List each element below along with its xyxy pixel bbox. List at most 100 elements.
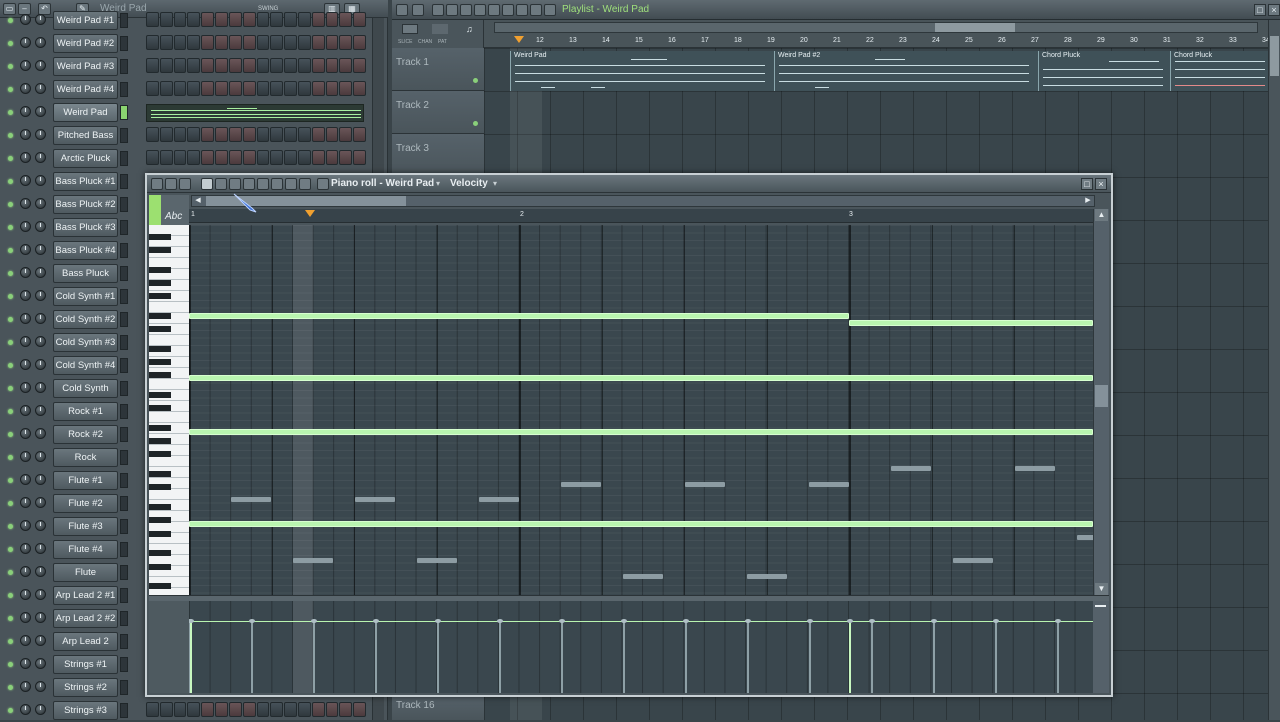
playback-tool-icon[interactable] xyxy=(544,4,556,16)
step-button[interactable] xyxy=(173,35,187,50)
step-button[interactable] xyxy=(339,81,353,96)
black-key[interactable] xyxy=(149,246,171,253)
draw-pencil-icon[interactable] xyxy=(201,178,213,190)
step-button[interactable] xyxy=(228,12,242,27)
channel-name-button[interactable]: Weird Pad #1 xyxy=(53,11,118,30)
volume-knob[interactable] xyxy=(35,704,46,715)
abc-label[interactable]: Abc xyxy=(165,211,182,222)
channel-name-button[interactable]: Cold Synth #1 xyxy=(53,287,118,306)
step-button[interactable] xyxy=(284,58,297,73)
step-button[interactable] xyxy=(173,58,187,73)
channel-row[interactable]: Strings #3 xyxy=(0,699,388,722)
piano-roll-vscrollbar[interactable]: ▲ ▼ xyxy=(1093,209,1109,595)
channel-led-icon[interactable] xyxy=(8,156,13,161)
playlist-menu-icon[interactable] xyxy=(396,4,408,16)
volume-knob[interactable] xyxy=(35,428,46,439)
channel-name-button[interactable]: Weird Pad #3 xyxy=(53,57,118,76)
step-button[interactable] xyxy=(284,81,297,96)
step-button[interactable] xyxy=(284,702,297,717)
pan-knob[interactable] xyxy=(20,589,31,600)
mute-tool-icon[interactable] xyxy=(243,178,255,190)
channel-select-indicator[interactable] xyxy=(120,634,128,649)
volume-knob[interactable] xyxy=(35,635,46,646)
volume-knob[interactable] xyxy=(35,83,46,94)
step-button[interactable] xyxy=(159,127,173,142)
playlist-close-button[interactable]: × xyxy=(1268,4,1280,16)
channel-name-button[interactable]: Flute #1 xyxy=(53,471,118,490)
channel-led-icon[interactable] xyxy=(8,386,13,391)
step-button[interactable] xyxy=(270,702,284,717)
step-button[interactable] xyxy=(353,150,366,165)
playlist-vscroll-thumb[interactable] xyxy=(1270,36,1279,76)
pan-knob[interactable] xyxy=(20,566,31,577)
pan-knob[interactable] xyxy=(20,543,31,554)
step-button[interactable] xyxy=(187,35,201,50)
volume-knob[interactable] xyxy=(35,612,46,623)
step-button[interactable] xyxy=(311,12,325,27)
channel-select-indicator[interactable] xyxy=(120,611,128,626)
step-button[interactable] xyxy=(325,127,339,142)
velocity-bar-selected[interactable] xyxy=(189,619,194,693)
step-button[interactable] xyxy=(242,81,256,96)
channel-led-icon[interactable] xyxy=(8,409,13,414)
step-button[interactable] xyxy=(215,81,228,96)
pattern-clip[interactable]: Weird Pad xyxy=(510,51,774,91)
channel-name-button[interactable]: Weird Pad #4 xyxy=(53,80,118,99)
step-button[interactable] xyxy=(297,150,311,165)
velocity-bar[interactable] xyxy=(1055,619,1061,693)
piano-roll-ruler[interactable]: 1 2 3 xyxy=(189,209,1093,223)
pan-knob[interactable] xyxy=(20,382,31,393)
velocity-bar[interactable] xyxy=(869,619,875,693)
scroll-right-arrow-icon[interactable]: ▶ xyxy=(1082,196,1094,206)
channel-select-indicator[interactable] xyxy=(120,220,128,235)
step-button[interactable] xyxy=(201,58,215,73)
step-button[interactable] xyxy=(256,12,270,27)
channel-led-icon[interactable] xyxy=(8,524,13,529)
step-button[interactable] xyxy=(215,150,228,165)
channel-name-button[interactable]: Arp Lead 2 xyxy=(53,632,118,651)
volume-knob[interactable] xyxy=(35,37,46,48)
volume-knob[interactable] xyxy=(35,267,46,278)
volume-knob[interactable] xyxy=(35,566,46,577)
channel-name-button[interactable]: Pitched Bass xyxy=(53,126,118,145)
channel-led-icon[interactable] xyxy=(8,478,13,483)
note[interactable] xyxy=(189,521,1093,527)
black-key[interactable] xyxy=(149,312,171,319)
channel-select-indicator[interactable] xyxy=(120,358,128,373)
step-button[interactable] xyxy=(297,127,311,142)
velocity-bar[interactable] xyxy=(993,619,999,693)
paint-brush-icon[interactable] xyxy=(215,178,227,190)
step-button[interactable] xyxy=(228,702,242,717)
volume-knob[interactable] xyxy=(35,520,46,531)
channel-name-button[interactable]: Arp Lead 2 #1 xyxy=(53,586,118,605)
channel-led-icon[interactable] xyxy=(8,662,13,667)
black-key[interactable] xyxy=(149,471,171,478)
channel-row[interactable]: Weird Pad #4 xyxy=(0,78,388,101)
step-button[interactable] xyxy=(325,81,339,96)
pattern-clip[interactable]: Weird Pad #2 xyxy=(774,51,1038,91)
pan-knob[interactable] xyxy=(20,474,31,485)
step-button[interactable] xyxy=(242,150,256,165)
channel-select-indicator[interactable] xyxy=(120,450,128,465)
channel-row[interactable]: Arctic Pluck xyxy=(0,147,388,170)
channel-select-indicator[interactable] xyxy=(120,703,128,718)
step-button[interactable] xyxy=(159,150,173,165)
step-button[interactable] xyxy=(270,150,284,165)
channel-select-indicator[interactable] xyxy=(120,36,128,51)
step-button[interactable] xyxy=(270,58,284,73)
step-button[interactable] xyxy=(339,35,353,50)
channel-select-indicator[interactable] xyxy=(120,82,128,97)
volume-knob[interactable] xyxy=(35,198,46,209)
step-button[interactable] xyxy=(146,702,159,717)
channel-row[interactable]: Pitched Bass xyxy=(0,124,388,147)
step-button[interactable] xyxy=(146,12,159,27)
black-key[interactable] xyxy=(149,484,171,491)
channel-row[interactable]: Weird Pad #1 xyxy=(0,9,388,32)
velocity-bar[interactable] xyxy=(373,619,379,693)
channel-name-button[interactable]: Strings #3 xyxy=(53,701,118,720)
step-button[interactable] xyxy=(159,58,173,73)
step-button[interactable] xyxy=(270,35,284,50)
channel-name-button[interactable]: Bass Pluck #3 xyxy=(53,218,118,237)
black-key[interactable] xyxy=(149,583,171,590)
channel-name-button[interactable]: Flute #4 xyxy=(53,540,118,559)
